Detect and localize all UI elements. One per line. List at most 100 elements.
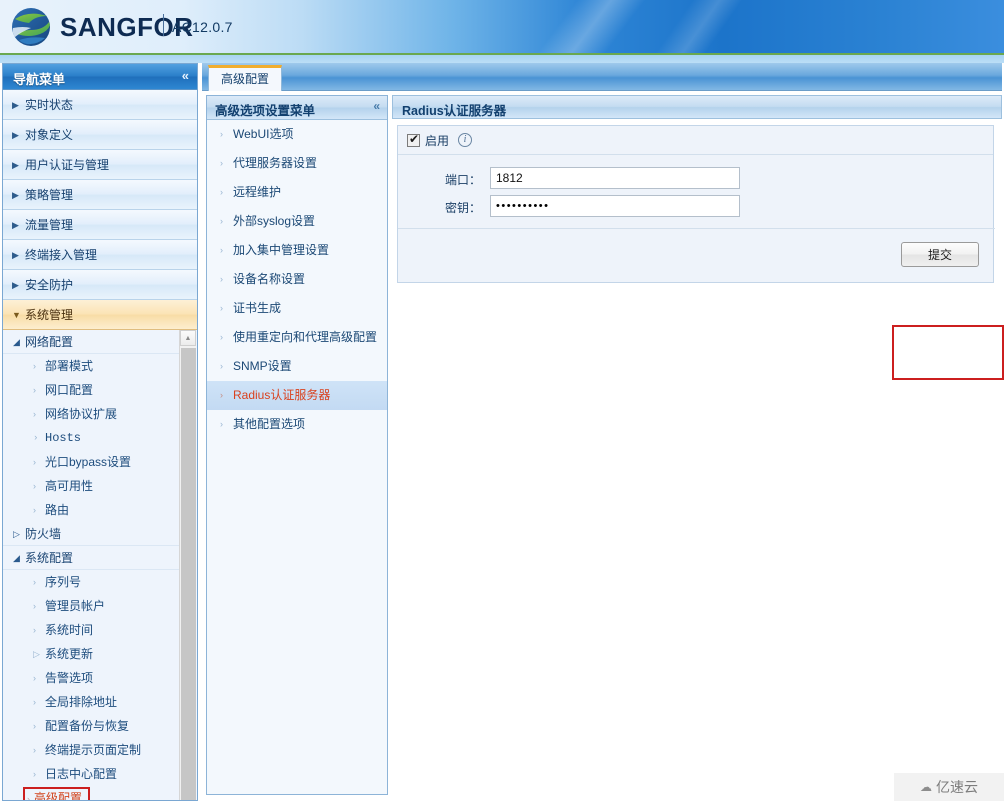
cloud-icon: ☁ (920, 780, 932, 794)
menu-item-label: 其他配置选项 (233, 417, 305, 431)
menu-item-0[interactable]: ›WebUI选项 (207, 120, 387, 149)
current-item-highlight: ›高级配置 (23, 787, 90, 800)
tree-item-label: 系统配置 (25, 551, 73, 565)
sidebar-item-5[interactable]: ▶终端接入管理 (3, 240, 197, 270)
tree-leaf-5[interactable]: › 光口bypass设置 (3, 450, 181, 474)
secret-key-input[interactable]: •••••••••• (490, 195, 740, 217)
port-input[interactable]: 1812 (490, 167, 740, 189)
tree-leaf-18[interactable]: ›日志中心配置 (3, 762, 181, 786)
enable-row: ✔ 启用 i (398, 126, 993, 155)
page-body: 导航菜单 « ▶实时状态▶对象定义▶用户认证与管理▶策略管理▶流量管理▶终端接入… (0, 63, 1004, 801)
caret-right-icon: ▶ (12, 90, 19, 120)
tree-group-8[interactable]: ▷防火墙 (3, 522, 181, 546)
tree-item-label: 系统时间 (45, 623, 93, 637)
tree-leaf-14[interactable]: ›告警选项 (3, 666, 181, 690)
tree-item-label: 系统更新 (45, 647, 93, 661)
tree-item-label: 网口配置 (45, 383, 93, 397)
menu-item-7[interactable]: ›使用重定向和代理高级配置 (207, 323, 387, 352)
tree-group-0[interactable]: ◢网络配置 (3, 330, 181, 354)
chevron-right-icon: › (27, 794, 30, 800)
watermark: ☁ 亿速云 (894, 773, 1004, 801)
tree-leaf-16[interactable]: ›配置备份与恢复 (3, 714, 181, 738)
advanced-options-menu-panel: 高级选项设置菜单 « ›WebUI选项›代理服务器设置›远程维护›外部syslo… (206, 95, 388, 795)
menu-item-label: 加入集中管理设置 (233, 243, 329, 257)
collapse-midpanel-icon[interactable]: « (373, 99, 380, 113)
tree-leaf-12[interactable]: ›系统时间 (3, 618, 181, 642)
tree-item-label: 高可用性 (45, 479, 93, 493)
caret-right-icon: ▶ (12, 210, 19, 240)
tree-item-label: 网络协议扩展 (45, 407, 117, 421)
chevron-right-icon: › (33, 738, 36, 762)
chevron-right-icon: › (33, 594, 36, 618)
tree-group-9[interactable]: ◢系统配置 (3, 546, 181, 570)
sidebar-item-7[interactable]: ▼系统管理 (3, 300, 197, 330)
menu-item-2[interactable]: ›远程维护 (207, 178, 387, 207)
navigation-header: 导航菜单 « (3, 64, 197, 90)
sidebar-item-4[interactable]: ▶流量管理 (3, 210, 197, 240)
navigation-tree: ◢网络配置›部署模式›网口配置›网络协议扩展›Hosts›光口bypass设置›… (3, 330, 181, 800)
chevron-right-icon: › (33, 354, 36, 378)
submit-area: 提交 (398, 229, 995, 283)
tree-leaf-19[interactable]: ›高级配置 (3, 786, 181, 800)
tree-leaf-1[interactable]: ›部署模式 (3, 354, 181, 378)
tab-advanced-config[interactable]: 高级配置 (208, 65, 282, 91)
scrollbar-thumb[interactable] (181, 348, 196, 800)
menu-item-label: 外部syslog设置 (233, 214, 315, 228)
tree-item-label: 终端提示页面定制 (45, 743, 141, 757)
menu-item-6[interactable]: ›证书生成 (207, 294, 387, 323)
tree-leaf-10[interactable]: ›序列号 (3, 570, 181, 594)
form-spacer (398, 155, 993, 165)
caret-right-icon: ▶ (12, 120, 19, 150)
sidebar-item-0[interactable]: ▶实时状态 (3, 90, 197, 120)
sidebar-item-3[interactable]: ▶策略管理 (3, 180, 197, 210)
menu-item-label: WebUI选项 (233, 127, 293, 141)
chevron-right-icon: › (220, 207, 223, 236)
chevron-right-icon: › (33, 426, 38, 450)
tree-leaf-17[interactable]: › 终端提示页面定制 (3, 738, 181, 762)
chevron-right-icon: › (220, 410, 223, 439)
submit-button[interactable]: 提交 (901, 242, 979, 267)
tree-leaf-15[interactable]: › 全局排除地址 (3, 690, 181, 714)
chevron-right-icon: › (220, 236, 223, 265)
tree-leaf-2[interactable]: ›网口配置 (3, 378, 181, 402)
menu-item-1[interactable]: ›代理服务器设置 (207, 149, 387, 178)
tree-leaf-6[interactable]: ›高可用性 (3, 474, 181, 498)
chevron-right-icon: › (33, 450, 36, 474)
menu-item-label: SNMP设置 (233, 359, 292, 373)
menu-item-4[interactable]: › 加入集中管理设置 (207, 236, 387, 265)
menu-item-5[interactable]: ›设备名称设置 (207, 265, 387, 294)
tree-leaf-11[interactable]: ›管理员帐户 (3, 594, 181, 618)
form-field-rows: 端口：1812密钥：•••••••••• (398, 165, 993, 221)
sidebar-item-2[interactable]: ▶用户认证与管理 (3, 150, 197, 180)
sidebar-item-6[interactable]: ▶安全防护 (3, 270, 197, 300)
sidebar-item-1[interactable]: ▶对象定义 (3, 120, 197, 150)
menu-item-label: 使用重定向和代理高级配置 (233, 330, 377, 344)
menu-item-label: 代理服务器设置 (233, 156, 317, 170)
tree-leaf-7[interactable]: ›路由 (3, 498, 181, 522)
sidebar-item-label: 策略管理 (25, 188, 73, 202)
enable-checkbox[interactable]: ✔ (407, 134, 420, 147)
tree-leaf-13[interactable]: ▷系统更新 (3, 642, 181, 666)
menu-item-10[interactable]: › 其他配置选项 (207, 410, 387, 439)
info-icon[interactable]: i (458, 133, 472, 147)
field-row-1: 密钥：•••••••••• (398, 193, 993, 221)
tree-leaf-3[interactable]: › 网络协议扩展 (3, 402, 181, 426)
tree-item-label: 光口bypass设置 (45, 455, 131, 469)
navigation-top-list: ▶实时状态▶对象定义▶用户认证与管理▶策略管理▶流量管理▶终端接入管理▶安全防护… (3, 90, 197, 330)
radius-settings-form: ✔ 启用 i 端口：1812密钥：•••••••••• 提交 (397, 125, 994, 283)
menu-item-3[interactable]: › 外部syslog设置 (207, 207, 387, 236)
tree-item-label: 路由 (45, 503, 69, 517)
watermark-text: 亿速云 (936, 777, 978, 797)
chevron-right-icon: › (220, 265, 223, 294)
collapse-sidebar-icon[interactable]: « (182, 68, 189, 83)
scroll-up-icon[interactable]: ▲ (180, 330, 196, 346)
chevron-right-icon: › (33, 402, 36, 426)
navigation-scrollbar[interactable]: ▲ (179, 330, 196, 800)
tree-item-label: 全局排除地址 (45, 695, 117, 709)
chevron-right-icon: › (33, 690, 36, 714)
chevron-right-icon: › (33, 666, 36, 690)
tree-leaf-4[interactable]: ›Hosts (3, 426, 181, 450)
tree-item-label: 日志中心配置 (45, 767, 117, 781)
menu-item-8[interactable]: ›SNMP设置 (207, 352, 387, 381)
menu-item-9[interactable]: ›Radius认证服务器 (207, 381, 387, 410)
